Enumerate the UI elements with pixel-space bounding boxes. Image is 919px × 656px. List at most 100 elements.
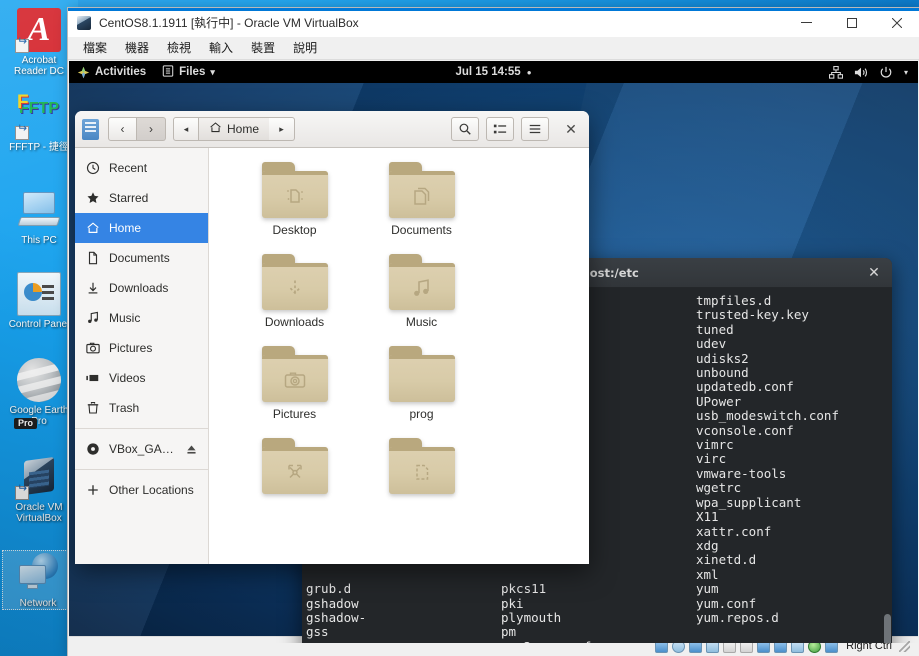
sidebar-item-label: Recent — [109, 161, 148, 175]
gnome-status-area[interactable]: ▾ — [828, 65, 918, 79]
window-controls — [784, 8, 919, 37]
files-icon-grid[interactable]: Desktop Documents Downloads Music Pictures pr… — [209, 148, 589, 564]
files-body: Recent Starred Home Documents Downloads Music… — [75, 148, 589, 564]
menu-devices[interactable]: 裝置 — [242, 38, 284, 58]
notification-dot-icon: ● — [526, 67, 532, 77]
sidebar-item-starred[interactable]: Starred — [75, 183, 208, 213]
folder-label: Downloads — [264, 315, 325, 329]
desktop-icon-ffftp[interactable]: FFFTP - 捷徑 — [0, 95, 78, 153]
virtualbox-window: CentOS8.1.1911 [執行中] - Oracle VM Virtual… — [68, 8, 919, 656]
virtualbox-menubar: 檔案 機器 檢視 輸入 裝置 說明 — [68, 37, 919, 60]
folder-item[interactable]: Music — [358, 254, 485, 329]
terminal-line: gshadow pki yum.conf — [306, 596, 892, 611]
desktop-icon-label: Acrobat — [21, 55, 57, 66]
folder-item[interactable]: Documents — [358, 162, 485, 237]
chevron-down-icon[interactable]: ▾ — [904, 68, 908, 77]
desktop-icon-acrobat-reader[interactable]: Acrobat Reader DC — [0, 8, 78, 77]
terminal-column-2: pnm2ppa.conf — [501, 639, 696, 643]
power-icon[interactable] — [879, 66, 893, 79]
terminal-column-3: wgetrc — [696, 480, 742, 496]
terminal-line: xml — [306, 567, 892, 582]
files-close-button[interactable]: ✕ — [560, 118, 582, 140]
files-window[interactable]: ‹ › ◂ Home ▸ ✕ Recent Starred Home Docum… — [75, 111, 589, 564]
volume-icon[interactable] — [854, 66, 868, 79]
sidebar-item-downloads[interactable]: Downloads — [75, 273, 208, 303]
downloads-glyph — [262, 266, 328, 310]
menu-file[interactable]: 檔案 — [74, 38, 116, 58]
sidebar-toggle-icon[interactable] — [82, 118, 99, 140]
terminal-column-3: usb_modeswitch.conf — [696, 408, 839, 424]
sidebar-item-other-locations[interactable]: Other Locations — [75, 475, 208, 505]
shortcut-arrow-icon — [15, 126, 29, 140]
terminal-column-3: udisks2 — [696, 350, 749, 366]
desktop-icon-control-panel[interactable]: Control Panel — [0, 272, 78, 330]
clock-icon — [85, 161, 100, 175]
eject-icon[interactable] — [185, 443, 198, 456]
terminal-line: grub.d pkcs11 yum — [306, 581, 892, 597]
sidebar-item-vbox-gas[interactable]: VBox_GAs_... — [75, 434, 208, 464]
navigation-buttons: ‹ › — [108, 117, 166, 141]
sidebar-item-pictures[interactable]: Pictures — [75, 333, 208, 363]
desktop-icon-google-earth-pro[interactable]: Pro Google Earth Pro — [0, 358, 78, 429]
folder-icon — [388, 162, 455, 218]
network-wired-icon[interactable] — [828, 65, 843, 79]
terminal-column-2: plymouth — [501, 609, 562, 625]
path-scroll-right-button[interactable]: ▸ — [269, 117, 296, 141]
minimize-button[interactable] — [784, 8, 829, 37]
menu-view[interactable]: 檢視 — [158, 38, 200, 58]
sidebar-item-music[interactable]: Music — [75, 303, 208, 333]
folder-item[interactable]: Pictures — [231, 346, 358, 421]
desktop-icon-this-pc[interactable]: This PC — [0, 188, 78, 246]
desktop-icon-label: Control Panel — [8, 319, 70, 330]
app-menu-files[interactable]: Files ▾ — [154, 61, 223, 83]
terminal-column-1: grub.d — [306, 581, 352, 597]
terminal-column-1: gss — [306, 624, 329, 640]
menu-help[interactable]: 說明 — [284, 38, 326, 58]
music-glyph — [389, 266, 455, 310]
menu-input[interactable]: 輸入 — [200, 38, 242, 58]
folder-icon — [388, 438, 455, 494]
desktop-icon-oracle-vm-virtualbox[interactable]: Oracle VM VirtualBox — [0, 455, 78, 524]
folder-icon — [261, 162, 328, 218]
desktop-glyph — [262, 174, 328, 218]
folder-item[interactable]: prog — [358, 346, 485, 421]
desktop-icon-label: Oracle VM — [15, 502, 63, 513]
close-button[interactable] — [874, 8, 919, 37]
terminal-scrollbar[interactable] — [884, 324, 891, 643]
sidebar-item-videos[interactable]: Videos — [75, 363, 208, 393]
folder-item[interactable]: Downloads — [231, 254, 358, 329]
documents-glyph — [389, 174, 455, 218]
menu-machine[interactable]: 機器 — [116, 38, 158, 58]
folder-item[interactable] — [358, 438, 485, 499]
sidebar-item-home[interactable]: Home — [75, 213, 208, 243]
folder-icon — [388, 254, 455, 310]
sidebar-item-documents[interactable]: Documents — [75, 243, 208, 273]
back-button[interactable]: ‹ — [108, 117, 137, 141]
terminal-close-button[interactable]: ✕ — [866, 264, 882, 281]
list-view-icon[interactable] — [486, 117, 514, 141]
maximize-button[interactable] — [829, 8, 874, 37]
trash-icon — [85, 401, 100, 415]
desktop-icon-label-2: Pro — [31, 416, 47, 427]
files-sidebar: Recent Starred Home Documents Downloads Music… — [75, 148, 209, 564]
folder-label: Documents — [391, 223, 452, 237]
gnome-clock[interactable]: Jul 15 14:55 ● — [455, 66, 531, 78]
path-chip-home[interactable]: Home — [199, 117, 270, 141]
path-scroll-left-button[interactable]: ◂ — [173, 117, 199, 141]
search-icon[interactable] — [451, 117, 479, 141]
terminal-scrollbar-thumb[interactable] — [884, 614, 891, 643]
virtualbox-titlebar[interactable]: CentOS8.1.1911 [執行中] - Oracle VM Virtual… — [68, 8, 919, 37]
sidebar-item-trash[interactable]: Trash — [75, 393, 208, 423]
folder-item[interactable]: Desktop — [231, 162, 358, 237]
terminal-column-3: xattr.conf — [696, 523, 772, 539]
sidebar-item-recent[interactable]: Recent — [75, 153, 208, 183]
folder-item[interactable] — [231, 438, 358, 499]
activities-button[interactable]: Activities — [69, 61, 154, 83]
sidebar-item-label: Documents — [109, 251, 170, 265]
pictures-glyph — [262, 358, 328, 402]
terminal-column-2 — [501, 568, 696, 582]
forward-button[interactable]: › — [137, 117, 166, 141]
hamburger-menu-icon[interactable] — [521, 117, 549, 141]
resize-grip[interactable] — [899, 640, 910, 652]
desktop-icon-network[interactable]: Network — [2, 550, 74, 610]
